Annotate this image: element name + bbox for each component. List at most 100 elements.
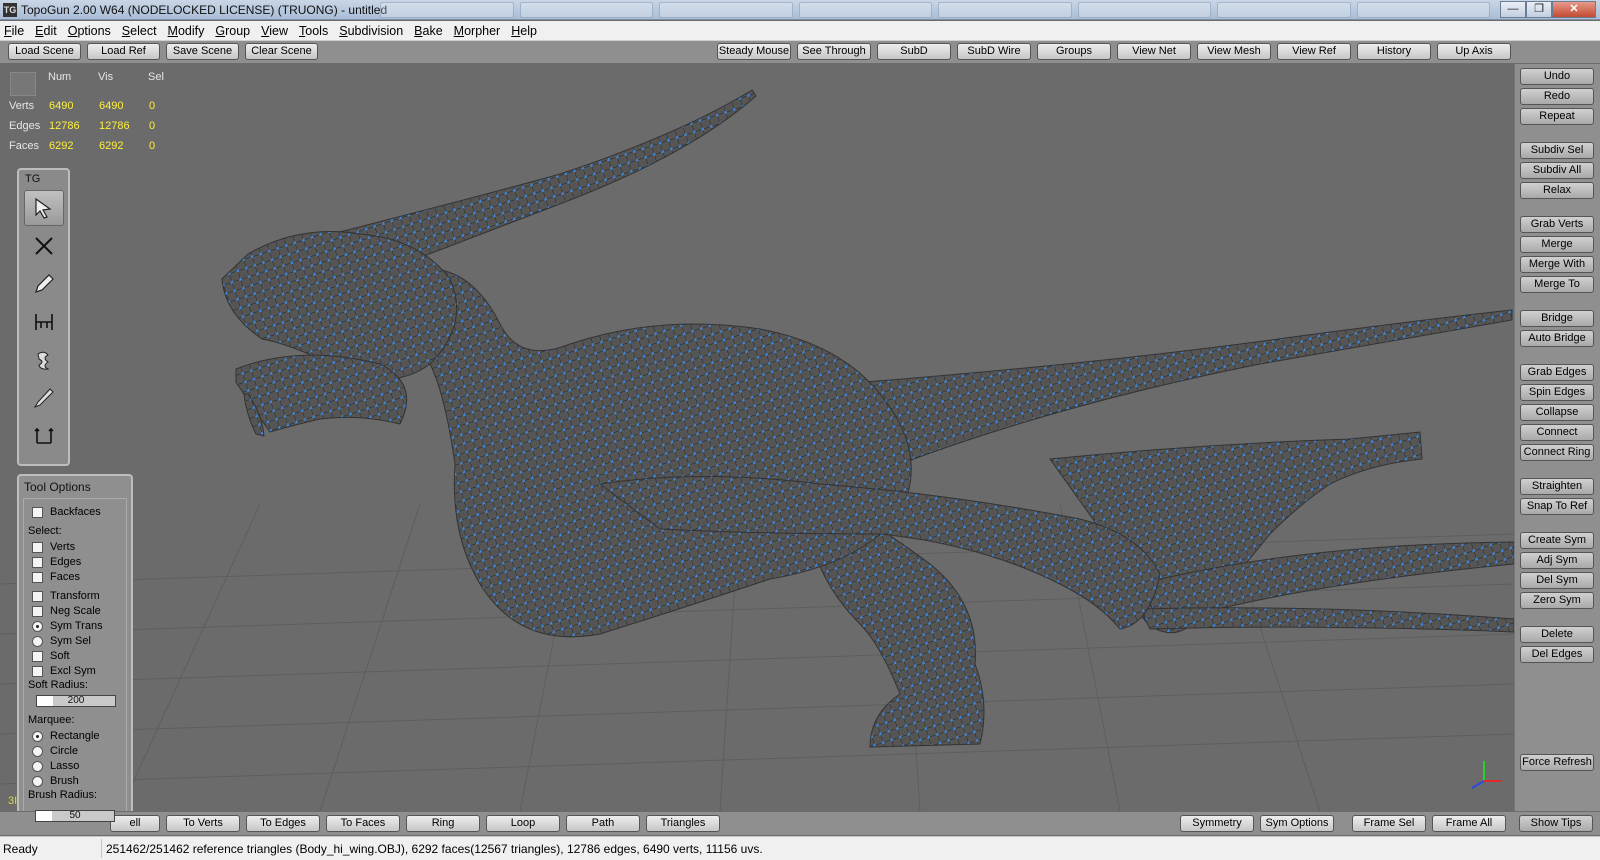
minimize-icon[interactable]: —: [1500, 1, 1526, 18]
background-tab: [1356, 2, 1490, 18]
viewport-label-fragment: 3I: [8, 795, 18, 807]
spin-edges-button[interactable]: Spin Edges: [1520, 384, 1594, 401]
soft-radius-slider[interactable]: 200: [36, 695, 116, 707]
subd-wire-button[interactable]: SubD Wire: [957, 43, 1031, 60]
delete-button[interactable]: Delete: [1520, 626, 1594, 643]
symmetry-button[interactable]: Symmetry: [1180, 815, 1254, 832]
menu-bake[interactable]: Bake: [414, 24, 443, 38]
grab-verts-button[interactable]: Grab Verts: [1520, 216, 1594, 233]
collapse-button[interactable]: Collapse: [1520, 404, 1594, 421]
stats-faces-vis: 6292: [99, 140, 124, 152]
stats-edges-num: 12786: [49, 120, 80, 132]
zero-sym-button[interactable]: Zero Sym: [1520, 592, 1594, 609]
merge-to-button[interactable]: Merge To: [1520, 276, 1594, 293]
stats-faces-sel: 0: [149, 140, 156, 152]
merge-button[interactable]: Merge: [1520, 236, 1594, 253]
save-scene-button[interactable]: Save Scene: [166, 43, 239, 60]
3d-viewport[interactable]: [0, 64, 1514, 811]
status-bar: Ready 251462/251462 reference triangles …: [0, 836, 1600, 860]
view-mesh-button[interactable]: View Mesh: [1197, 43, 1271, 60]
top-toolbar: Load Scene Load Ref Save Scene Clear Sce…: [0, 41, 1600, 64]
connect-ring-button[interactable]: Connect Ring: [1520, 444, 1594, 461]
redo-button[interactable]: Redo: [1520, 88, 1594, 105]
see-through-button[interactable]: See Through: [797, 43, 871, 60]
bridge-button[interactable]: Bridge: [1520, 310, 1594, 327]
subdiv-all-button[interactable]: Subdiv All: [1520, 162, 1594, 179]
to-verts-button[interactable]: To Verts: [166, 815, 240, 832]
edges-label: Edges: [50, 556, 82, 568]
relax-button[interactable]: Relax: [1520, 182, 1594, 199]
draw-tool-icon[interactable]: [24, 266, 64, 302]
close-icon[interactable]: ✕: [1552, 1, 1596, 18]
extrude-tool-icon[interactable]: [24, 342, 64, 378]
menu-modify[interactable]: Modify: [168, 24, 205, 38]
axis-gizmo-icon: [1471, 761, 1502, 789]
brush-radius-slider[interactable]: 50: [35, 810, 115, 822]
menu-morpher[interactable]: Morpher: [454, 24, 501, 38]
steady-mouse-button[interactable]: Steady Mouse: [717, 43, 791, 60]
subdiv-sel-button[interactable]: Subdiv Sel: [1520, 142, 1594, 159]
up-axis-button[interactable]: Up Axis: [1437, 43, 1511, 60]
right-command-panel: Undo Redo Repeat Subdiv Sel Subdiv All R…: [1514, 64, 1600, 811]
grab-edges-button[interactable]: Grab Edges: [1520, 364, 1594, 381]
connect-button[interactable]: Connect: [1520, 424, 1594, 441]
straighten-button[interactable]: Straighten: [1520, 478, 1594, 495]
to-faces-button[interactable]: To Faces: [326, 815, 400, 832]
undo-button[interactable]: Undo: [1520, 68, 1594, 85]
to-edges-button[interactable]: To Edges: [246, 815, 320, 832]
repeat-button[interactable]: Repeat: [1520, 108, 1594, 125]
loop-button[interactable]: Loop: [486, 815, 560, 832]
stats-label-edges: Edges: [9, 120, 41, 132]
backfaces-label: Backfaces: [50, 506, 101, 518]
menu-view[interactable]: View: [261, 24, 288, 38]
view-net-button[interactable]: View Net: [1117, 43, 1191, 60]
snap-to-ref-button[interactable]: Snap To Ref: [1520, 498, 1594, 515]
adj-sym-button[interactable]: Adj Sym: [1520, 552, 1594, 569]
menu-file[interactable]: File: [4, 24, 24, 38]
merge-with-button[interactable]: Merge With: [1520, 256, 1594, 273]
auto-bridge-button[interactable]: Auto Bridge: [1520, 330, 1594, 347]
window-controls: — ❐ ✕: [1500, 1, 1596, 18]
rectangle-label: Rectangle: [50, 730, 100, 742]
clear-scene-button[interactable]: Clear Scene: [245, 43, 318, 60]
triangles-button[interactable]: Triangles: [646, 815, 720, 832]
history-button[interactable]: History: [1357, 43, 1431, 60]
stats-verts-sel: 0: [149, 100, 156, 112]
force-refresh-button[interactable]: Force Refresh: [1520, 754, 1594, 771]
select-shell-button[interactable]: ell: [110, 815, 160, 832]
sym-options-button[interactable]: Sym Options: [1260, 815, 1334, 832]
sym-trans-label: Sym Trans: [50, 620, 103, 632]
menu-tools[interactable]: Tools: [299, 24, 328, 38]
tweak-tool-icon[interactable]: [24, 418, 64, 454]
subd-button[interactable]: SubD: [877, 43, 951, 60]
create-sym-button[interactable]: Create Sym: [1520, 532, 1594, 549]
frame-sel-button[interactable]: Frame Sel: [1352, 815, 1426, 832]
ring-button[interactable]: Ring: [406, 815, 480, 832]
load-scene-button[interactable]: Load Scene: [8, 43, 81, 60]
tg-panel-title: TG: [25, 173, 41, 185]
circle-label: Circle: [50, 745, 79, 757]
groups-button[interactable]: Groups: [1037, 43, 1111, 60]
path-button[interactable]: Path: [566, 815, 640, 832]
del-sym-button[interactable]: Del Sym: [1520, 572, 1594, 589]
menu-options[interactable]: Options: [68, 24, 111, 38]
view-ref-button[interactable]: View Ref: [1277, 43, 1351, 60]
background-window-tabs: [380, 2, 1490, 18]
bridge-tool-icon[interactable]: [24, 304, 64, 340]
menu-select[interactable]: Select: [122, 24, 157, 38]
verts-label: Verts: [50, 541, 76, 553]
load-ref-button[interactable]: Load Ref: [87, 43, 160, 60]
menu-group[interactable]: Group: [215, 24, 250, 38]
select-tool-icon[interactable]: [24, 190, 64, 226]
menu-edit[interactable]: Edit: [35, 24, 57, 38]
maximize-icon[interactable]: ❐: [1526, 1, 1552, 18]
bottom-toolbar: ell To Verts To Edges To Faces Ring Loop…: [0, 811, 1600, 835]
del-edges-button[interactable]: Del Edges: [1520, 646, 1594, 663]
menu-subdivision[interactable]: Subdivision: [339, 24, 403, 38]
menu-help[interactable]: Help: [511, 24, 537, 38]
show-tips-button[interactable]: Show Tips: [1519, 815, 1593, 832]
viewport-canvas[interactable]: [0, 64, 1514, 811]
frame-all-button[interactable]: Frame All: [1432, 815, 1506, 832]
brush-tool-icon[interactable]: [24, 380, 64, 416]
delete-tool-icon[interactable]: [24, 228, 64, 264]
